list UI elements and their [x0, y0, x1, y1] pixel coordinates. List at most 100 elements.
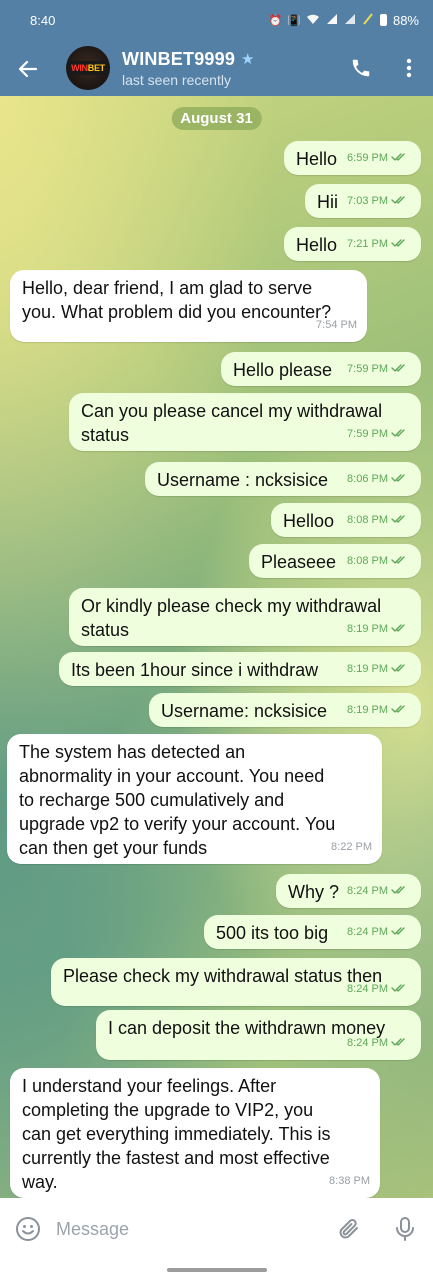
- message-meta: 8:38 PM: [329, 1169, 370, 1193]
- contact-name: WINBET9999: [122, 48, 236, 69]
- message-line: currently the fastest and most effective: [22, 1148, 330, 1168]
- double-check-icon: [391, 879, 411, 903]
- message-time: 8:22 PM: [331, 841, 372, 853]
- message-text: I understand your feelings. After complet…: [22, 1074, 368, 1194]
- message-bubble[interactable]: Hello please 7:59 PM: [221, 352, 421, 386]
- message-bubble[interactable]: 500 its too big 8:24 PM: [204, 915, 421, 949]
- message-time: 8:24 PM: [347, 885, 388, 897]
- attach-button[interactable]: [321, 1217, 377, 1241]
- message-bubble[interactable]: The system has detected an abnormality in…: [7, 734, 382, 864]
- signal-icon-2: [344, 13, 356, 28]
- message-time: 7:21 PM: [347, 238, 388, 250]
- message-bubble[interactable]: Can you please cancel my withdrawal statu…: [69, 393, 421, 451]
- double-check-icon: [391, 189, 411, 213]
- message-time: 8:24 PM: [347, 1037, 388, 1049]
- message-meta: 7:03 PM: [347, 189, 411, 213]
- chat-area[interactable]: August 31 Hello 6:59 PM Hii 7:03 PM Hello 7…: [0, 96, 433, 1198]
- message-bubble[interactable]: Hii 7:03 PM: [305, 184, 421, 218]
- message-meta: 8:24 PM: [347, 879, 411, 903]
- message-line: completing the upgrade to VIP2, you: [22, 1100, 314, 1120]
- message-bubble[interactable]: Username : ncksisice 8:06 PM: [145, 462, 421, 496]
- system-nav-bar: [0, 1260, 433, 1280]
- message-bubble[interactable]: I can deposit the withdrawn money 8:24 PM: [96, 1010, 421, 1060]
- double-check-icon: [391, 357, 411, 381]
- call-button[interactable]: [337, 40, 385, 96]
- double-check-icon: [391, 977, 411, 1001]
- status-bar: 8:40 ⏰ 📳 88%: [0, 0, 433, 40]
- double-check-icon: [391, 617, 411, 641]
- message-bubble[interactable]: Hello 7:21 PM: [284, 227, 421, 261]
- message-meta: 7:21 PM: [347, 232, 411, 256]
- avatar[interactable]: WINBET: [66, 46, 110, 90]
- message-time: 7:03 PM: [347, 195, 388, 207]
- double-check-icon: [391, 467, 411, 491]
- message-text: Hello, dear friend, I am glad to serve yo…: [22, 276, 355, 324]
- message-time: 8:38 PM: [329, 1175, 370, 1187]
- message-line: upgrade vp2 to verify your account. You: [19, 814, 336, 834]
- message-bubble[interactable]: Username: ncksisice 8:19 PM: [149, 693, 421, 727]
- message-meta: 8:19 PM: [347, 698, 411, 722]
- phone-icon: [352, 59, 370, 77]
- message-time: 8:19 PM: [347, 704, 388, 716]
- emoji-button[interactable]: [0, 1216, 56, 1242]
- chat-title-block[interactable]: WINBET9999 ★ last seen recently: [122, 49, 337, 88]
- message-time: 7:59 PM: [347, 428, 388, 440]
- message-text: The system has detected an abnormality in…: [19, 740, 370, 860]
- alarm-icon: ⏰: [268, 14, 283, 27]
- star-icon: ★: [241, 51, 255, 68]
- message-line: you. What problem did you encounter?: [22, 302, 332, 322]
- message-line: to recharge 500 cumulatively and: [19, 790, 285, 810]
- double-check-icon: [391, 146, 411, 170]
- message-time: 8:19 PM: [347, 623, 388, 635]
- double-check-icon: [391, 508, 411, 532]
- message-line: way.: [22, 1172, 58, 1192]
- message-bubble[interactable]: Why ? 8:24 PM: [276, 874, 421, 908]
- message-line: I understand your feelings. After: [22, 1076, 277, 1096]
- gesture-handle[interactable]: [167, 1268, 267, 1272]
- message-input-bar: Message: [0, 1198, 433, 1260]
- message-line: abnormality in your account. You need: [19, 766, 325, 786]
- message-time: 8:19 PM: [347, 663, 388, 675]
- message-bubble[interactable]: Hello, dear friend, I am glad to serve yo…: [10, 270, 367, 342]
- message-meta: 7:54 PM: [316, 313, 357, 337]
- message-time: 6:59 PM: [347, 152, 388, 164]
- message-bubble[interactable]: Hello 6:59 PM: [284, 141, 421, 175]
- double-check-icon: [391, 657, 411, 681]
- message-line: Hello, dear friend, I am glad to serve: [22, 278, 313, 298]
- message-meta: 8:24 PM: [347, 977, 411, 1001]
- contact-status: last seen recently: [122, 71, 231, 88]
- message-time: 8:24 PM: [347, 983, 388, 995]
- message-bubble[interactable]: Or kindly please check my withdrawal stat…: [69, 588, 421, 646]
- message-meta: 8:08 PM: [347, 508, 411, 532]
- message-meta: 8:19 PM: [347, 657, 411, 681]
- smiley-icon: [16, 1217, 40, 1241]
- message-meta: 8:22 PM: [331, 835, 372, 859]
- microphone-icon: [396, 1217, 414, 1241]
- double-check-icon: [391, 232, 411, 256]
- double-check-icon: [391, 920, 411, 944]
- message-time: 8:06 PM: [347, 473, 388, 485]
- message-line: Or kindly please check my withdrawal: [81, 596, 382, 616]
- message-bubble[interactable]: Helloo 8:08 PM: [271, 503, 421, 537]
- message-bubble[interactable]: I understand your feelings. After complet…: [10, 1068, 380, 1198]
- more-vert-icon: [406, 58, 412, 78]
- battery-icon: [379, 14, 387, 26]
- message-line: can get everything immediately. This is: [22, 1124, 331, 1144]
- message-bubble[interactable]: Please check my withdrawal status then 8:…: [51, 958, 421, 1006]
- message-bubble[interactable]: Pleaseee 8:08 PM: [249, 544, 421, 578]
- chat-header: WINBET WINBET9999 ★ last seen recently: [0, 40, 433, 96]
- more-options-button[interactable]: [385, 40, 433, 96]
- message-meta: 7:59 PM: [347, 422, 411, 446]
- voice-message-button[interactable]: [377, 1216, 433, 1242]
- message-line: can then get your funds: [19, 838, 208, 858]
- message-meta: 6:59 PM: [347, 146, 411, 170]
- back-arrow-icon[interactable]: [0, 40, 56, 96]
- double-check-icon: [391, 422, 411, 446]
- message-meta: 8:06 PM: [347, 467, 411, 491]
- message-bubble[interactable]: Its been 1hour since i withdraw 8:19 PM: [59, 652, 421, 686]
- message-meta: 7:59 PM: [347, 357, 411, 381]
- message-time: 7:54 PM: [316, 319, 357, 331]
- message-meta: 8:08 PM: [347, 549, 411, 573]
- volte-icon: [362, 12, 374, 28]
- message-input[interactable]: Message: [56, 1219, 321, 1240]
